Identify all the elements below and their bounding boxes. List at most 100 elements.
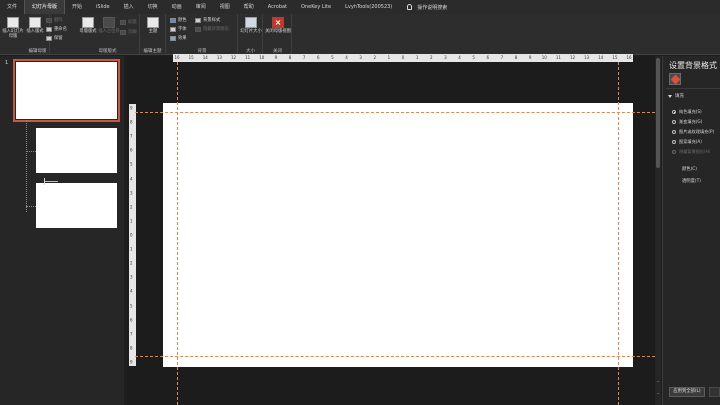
ruler-tick: 8 xyxy=(514,55,518,60)
ruler-tick: 8 xyxy=(288,55,292,60)
guide-horizontal-top[interactable] xyxy=(135,112,655,113)
tab-lvyhtools[interactable]: LvyhTools(200523) xyxy=(338,0,399,14)
tab-help[interactable]: 帮助 xyxy=(237,0,261,14)
fill-section-header[interactable]: 填充 xyxy=(668,93,684,99)
tab-transitions[interactable]: 切换 xyxy=(141,0,165,14)
ribbon: 插入幻灯片母版 插入版式 删除 重命名 保留 编辑母版 母版版式 插入占位符 标… xyxy=(0,14,720,55)
slide-size-button[interactable]: 幻灯片大小 xyxy=(240,17,262,34)
ruler-tick: 14 xyxy=(598,55,604,60)
ruler-tick: 9 xyxy=(130,105,133,111)
scrollbar-thumb[interactable] xyxy=(656,58,660,168)
master-thumbnail[interactable] xyxy=(13,59,120,122)
tab-onekey-lite[interactable]: OneKey Lite xyxy=(294,0,338,14)
footer-checkbox[interactable]: 页脚 xyxy=(120,29,137,35)
ruler-tick: 6 xyxy=(130,317,133,323)
tab-insert[interactable]: 插入 xyxy=(117,0,141,14)
background-styles-icon xyxy=(195,17,201,23)
fill-tab[interactable] xyxy=(669,73,681,85)
ruler-tick: 0 xyxy=(401,55,405,60)
preserve-button[interactable]: 保留 xyxy=(46,35,63,41)
solid-fill-radio[interactable]: 纯色填充(S) xyxy=(672,109,702,115)
ruler-tick: 16 xyxy=(174,55,180,60)
apply-to-all-button[interactable]: 应用到全部(L) xyxy=(669,387,705,397)
tab-view[interactable]: 视图 xyxy=(213,0,237,14)
effects-dropdown[interactable]: 效果 xyxy=(170,35,187,41)
group-edit-master: 插入幻灯片母版 插入版式 删除 重命名 保留 编辑母版 xyxy=(0,14,67,55)
ruler-tick: 1 xyxy=(415,55,419,60)
tab-slide-master[interactable]: 幻灯片母版 xyxy=(24,0,66,14)
horizontal-ruler: 16 15 14 13 12 11 10 9 8 7 6 5 4 3 2 1 0 1 2 3 4 5 6 7 8 9 10 11 12 1… xyxy=(173,54,633,62)
tab-islide[interactable]: iSlide xyxy=(89,0,117,14)
slide-master-canvas[interactable] xyxy=(163,103,633,367)
slider-knob[interactable] xyxy=(44,178,45,185)
guide-horizontal-bottom[interactable] xyxy=(135,356,655,357)
transparency-slider[interactable] xyxy=(44,178,58,185)
guide-vertical-right[interactable] xyxy=(618,62,619,405)
master-layout-group-label: 母版版式 xyxy=(98,49,117,54)
reset-background-button[interactable] xyxy=(709,387,720,397)
ruler-tick: 3 xyxy=(130,274,133,280)
ruler-tick: 7 xyxy=(130,133,133,139)
tab-review[interactable]: 审阅 xyxy=(189,0,213,14)
hide-background-graphics-checkbox[interactable]: 隐藏背景图形 xyxy=(195,26,229,32)
title-checkbox[interactable]: 标题 xyxy=(120,19,137,25)
tree-branch xyxy=(26,151,36,152)
ruler-tick: 15 xyxy=(188,55,194,60)
tab-file[interactable]: 文件 xyxy=(0,0,24,14)
ruler-tick: 5 xyxy=(331,55,334,60)
ruler-tick: 1 xyxy=(387,55,391,60)
edit-master-group-label: 编辑母版 xyxy=(28,49,47,54)
radio-icon xyxy=(672,140,676,144)
scroll-down-icon[interactable]: ⌄ xyxy=(656,390,660,395)
colors-dropdown[interactable]: 颜色 xyxy=(170,17,187,23)
insert-placeholder-button[interactable]: 插入占位符 xyxy=(98,17,120,34)
picture-fill-radio[interactable]: 图片或纹理填充(P) xyxy=(672,129,714,135)
ruler-tick: 4 xyxy=(458,55,461,60)
hide-bg-check-icon xyxy=(195,26,201,32)
hide-background-graphics-option[interactable]: 隐藏背景图形(H) xyxy=(672,149,711,155)
guide-vertical-left[interactable] xyxy=(177,62,178,405)
paint-bucket-icon xyxy=(670,74,681,85)
layout-thumbnail[interactable] xyxy=(36,183,117,228)
slide-size-icon xyxy=(245,17,257,28)
ruler-tick: 9 xyxy=(528,55,532,60)
layout-thumbnail[interactable] xyxy=(36,128,117,173)
pane-title: 设置背景格式 xyxy=(669,61,717,70)
insert-layout-icon xyxy=(29,17,41,28)
tell-me-search[interactable]: 操作说明搜索 xyxy=(399,4,447,11)
font-icon xyxy=(170,26,176,32)
group-edit-theme: 主题 编辑主题 xyxy=(140,14,166,55)
ruler-tick: 5 xyxy=(130,161,133,167)
insert-master-icon xyxy=(7,17,19,28)
slide-thumbnail-pane: 1 xyxy=(0,56,124,405)
pattern-fill-radio[interactable]: 图案填充(A) xyxy=(672,139,702,145)
edit-theme-group-label: 编辑主题 xyxy=(143,49,162,54)
tab-animations[interactable]: 动画 xyxy=(165,0,189,14)
checkbox-icon xyxy=(672,150,676,154)
themes-button[interactable]: 主题 xyxy=(146,17,160,34)
tab-acrobat[interactable]: Acrobat xyxy=(261,0,294,14)
scroll-up-icon[interactable]: ⌃ xyxy=(656,380,660,385)
format-background-pane: 设置背景格式 填充 纯色填充(S) 渐变填充(G) 图片或纹理填充(P) 图案填… xyxy=(662,56,720,405)
ruler-tick: 4 xyxy=(345,55,348,60)
fonts-dropdown[interactable]: 字体 xyxy=(170,26,187,32)
delete-button[interactable]: 删除 xyxy=(46,17,63,23)
insert-layout-button[interactable]: 插入版式 xyxy=(25,17,45,34)
canvas-vertical-scrollbar[interactable]: ⌃ ⌄ xyxy=(655,56,661,405)
rename-button[interactable]: 重命名 xyxy=(46,26,67,32)
ruler-tick: 11 xyxy=(245,55,251,60)
ruler-tick: 9 xyxy=(130,359,133,365)
gradient-fill-radio[interactable]: 渐变填充(G) xyxy=(672,119,702,125)
divider xyxy=(666,88,720,89)
ruler-tick: 6 xyxy=(316,55,320,60)
collapse-triangle-icon xyxy=(668,94,672,98)
insert-slide-master-button[interactable]: 插入幻灯片母版 xyxy=(2,17,24,39)
background-styles-dropdown[interactable]: 背景样式 xyxy=(195,17,220,23)
close-master-view-button[interactable]: × 关闭母版视图 xyxy=(265,17,291,34)
tab-home[interactable]: 开始 xyxy=(65,0,89,14)
ruler-tick: 1 xyxy=(130,246,133,252)
ruler-tick: 15 xyxy=(612,55,618,60)
master-layout-button[interactable]: 母版版式 xyxy=(79,17,97,34)
ruler-tick: 9 xyxy=(274,55,278,60)
ruler-tick: 7 xyxy=(500,55,504,60)
